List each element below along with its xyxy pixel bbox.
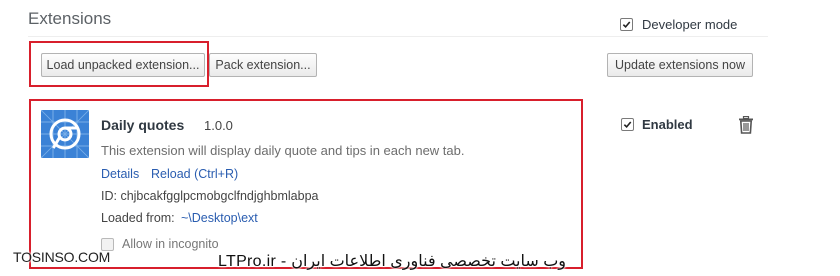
checkmark-icon: [622, 21, 631, 29]
update-extensions-button[interactable]: Update extensions now: [607, 53, 753, 77]
loaded-from-label: Loaded from:: [101, 211, 175, 225]
extension-version: 1.0.0: [204, 118, 233, 133]
page-title: Extensions: [28, 9, 112, 28]
allow-incognito-toggle[interactable]: Allow in incognito: [101, 237, 219, 251]
developer-mode-toggle[interactable]: Developer mode: [620, 17, 737, 32]
watermark-right: LTPro.ir - وب سایت تخصصی فناوری اطلاعات …: [218, 253, 567, 270]
checkmark-icon: [623, 121, 632, 129]
highlight-box-load-button: [29, 41, 209, 87]
loaded-from-path-link[interactable]: ~\Desktop\ext: [181, 211, 258, 225]
developer-mode-checkbox[interactable]: [620, 18, 633, 31]
watermark-left: TOSINSO.COM: [13, 249, 111, 265]
extension-description: This extension will display daily quote …: [101, 143, 465, 158]
developer-mode-label: Developer mode: [642, 17, 738, 32]
enabled-label: Enabled: [642, 117, 693, 132]
extension-name: Daily quotes: [101, 117, 185, 133]
enabled-toggle[interactable]: Enabled: [621, 117, 693, 132]
trash-icon[interactable]: [738, 116, 754, 134]
extension-id: ID: chjbcakfgglpcmobgclfndjghbmlabpa: [101, 189, 319, 203]
header-divider: [28, 36, 768, 37]
extension-icon: [40, 109, 90, 159]
allow-incognito-label: Allow in incognito: [122, 237, 219, 251]
reload-link[interactable]: Reload (Ctrl+R): [151, 167, 238, 181]
pack-extension-button[interactable]: Pack extension...: [209, 53, 317, 77]
details-link[interactable]: Details: [101, 167, 139, 181]
enabled-checkbox[interactable]: [621, 118, 634, 131]
